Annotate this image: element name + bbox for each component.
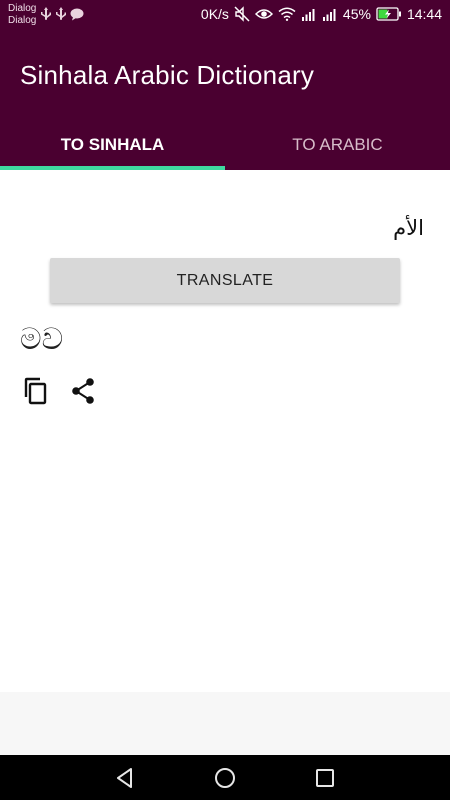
tab-to-arabic[interactable]: TO ARABIC — [225, 120, 450, 170]
bottom-area — [0, 692, 450, 755]
back-icon[interactable] — [113, 766, 137, 790]
notification-icons — [40, 7, 84, 21]
navigation-bar — [0, 755, 450, 800]
copy-icon[interactable] — [20, 376, 50, 406]
battery-percent: 45% — [342, 6, 371, 22]
eye-icon — [254, 7, 273, 21]
system-status-icons: 0K/s 45% 14:44 — [201, 6, 442, 22]
tab-to-sinhala[interactable]: TO SINHALA — [0, 120, 225, 170]
tab-bar: TO SINHALA TO ARABIC — [0, 120, 450, 170]
app-bar: Sinhala Arabic Dictionary TO SINHALA TO … — [0, 32, 450, 170]
network-speed: 0K/s — [200, 6, 229, 22]
result-actions — [20, 376, 98, 406]
app-title: Sinhala Arabic Dictionary — [20, 60, 315, 90]
usb-icon — [55, 7, 67, 21]
status-bar: Dialog Dialog 0K/s 45% 14:44 — [0, 0, 450, 32]
wifi-icon — [278, 7, 296, 21]
signal-icon — [322, 7, 338, 21]
translate-button[interactable]: TRANSLATE — [50, 258, 400, 303]
translation-result: මව — [20, 322, 64, 357]
main-content: الأم TRANSLATE මව — [0, 170, 450, 692]
usb-icon — [40, 7, 52, 21]
mute-icon — [234, 6, 250, 22]
arabic-input-text[interactable]: الأم — [393, 216, 424, 240]
home-icon[interactable] — [213, 766, 237, 790]
tab-label: TO ARABIC — [292, 135, 383, 154]
signal-icon — [301, 7, 317, 21]
share-icon[interactable] — [68, 376, 98, 406]
tab-label: TO SINHALA — [60, 135, 165, 154]
carrier-label-1: Dialog — [8, 3, 37, 14]
recents-icon[interactable] — [313, 766, 337, 790]
battery-icon — [376, 7, 402, 21]
clock: 14:44 — [406, 6, 442, 22]
carrier-label-2: Dialog — [8, 15, 37, 26]
chat-icon — [70, 8, 84, 21]
carrier-labels: Dialog Dialog — [8, 3, 36, 27]
